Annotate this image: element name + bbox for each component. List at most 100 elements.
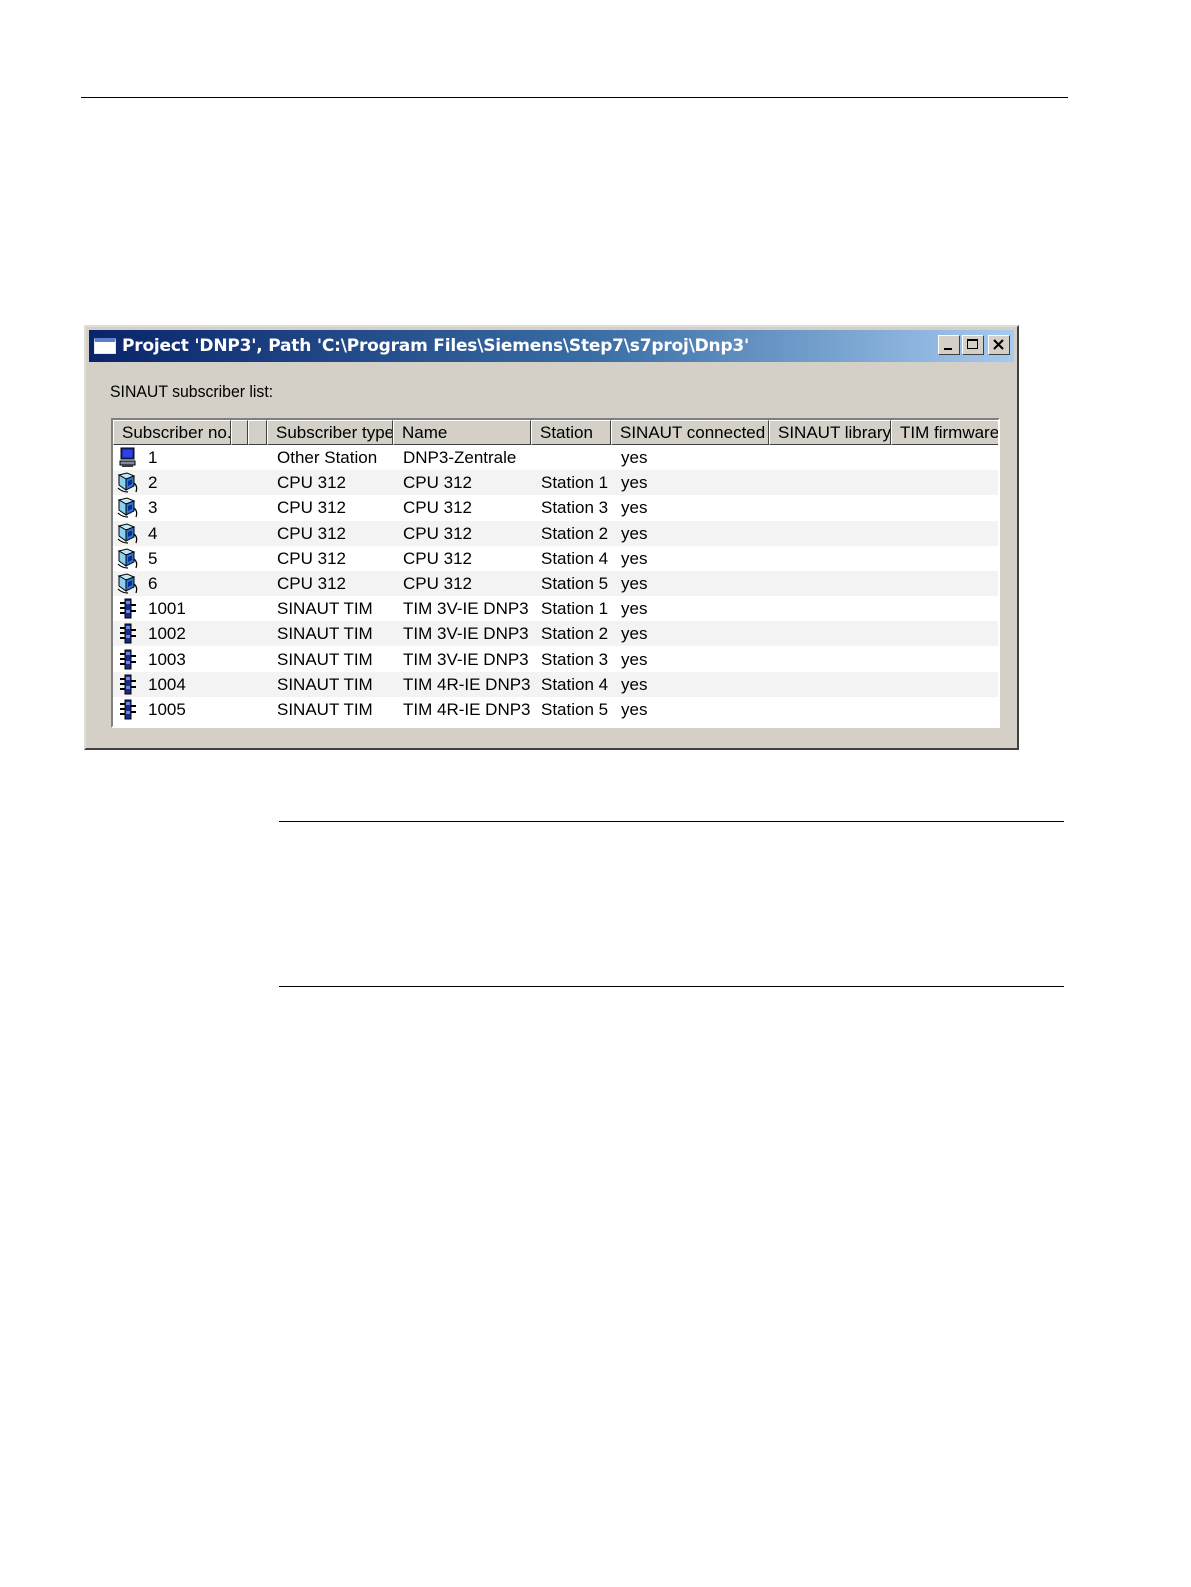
sinaut-connected-cell: yes [621, 448, 648, 467]
subscriber-no-cell: 1002 [148, 624, 186, 644]
station-cell: Station 1 [541, 473, 609, 493]
col-subscriber-no-header[interactable]: Subscriber no. [113, 420, 231, 445]
sinaut-connected-cell: yes [621, 599, 648, 619]
minimize-button[interactable] [938, 335, 960, 355]
sinaut-connected-cell: yes [621, 574, 648, 593]
station-cell: Station 1 [541, 599, 609, 619]
table-row[interactable]: 6 CPU 312 CPU 312 Station 5 yes [113, 571, 998, 596]
table-row[interactable]: 1003 SINAUT TIM TIM 3V-IE DNP3 Station 3 yes [113, 647, 998, 672]
tim-module-icon [116, 673, 140, 696]
station-cell: Station 2 [541, 624, 609, 644]
subscriber-no-cell: 3 [148, 498, 158, 518]
table-row[interactable]: 1 Other Station DNP3-Zentrale yes [113, 445, 998, 470]
note-bottom-rule [279, 986, 1064, 987]
table-row[interactable]: 1002 SINAUT TIM TIM 3V-IE DNP3 Station 2 yes [113, 621, 998, 647]
table-row[interactable]: 2 CPU 312 CPU 312 Station 1 yes [113, 470, 998, 496]
subscriber-type-cell: CPU 312 [277, 548, 346, 568]
subscriber-no-cell: 1003 [148, 649, 186, 669]
sinaut-connected-cell: yes [621, 649, 648, 669]
name-cell: CPU 312 [403, 523, 472, 543]
subscriber-no-cell: 5 [148, 548, 158, 568]
subscriber-no-cell: 1001 [148, 599, 186, 619]
col-station-header[interactable]: Station [531, 420, 611, 445]
station-cell: Station 4 [541, 548, 609, 568]
sinaut-connected-cell: yes [621, 473, 648, 493]
subscriber-type-cell: CPU 312 [277, 473, 346, 493]
subscriber-type-cell: CPU 312 [277, 523, 346, 543]
tim-module-icon [116, 597, 140, 620]
station-cell: Station 5 [541, 700, 609, 719]
note-top-rule [279, 821, 1064, 822]
subscriber-type-cell: CPU 312 [277, 574, 346, 593]
subscriber-type-cell: SINAUT TIM [277, 674, 373, 694]
cpu-icon [116, 471, 140, 494]
name-cell: TIM 3V-IE DNP3 [403, 599, 529, 619]
col-name-header[interactable]: Name [393, 420, 531, 445]
table-row[interactable]: 5 CPU 312 CPU 312 Station 4 yes [113, 546, 998, 571]
sinaut-connected-cell: yes [621, 624, 648, 644]
subscriber-no-cell: 6 [148, 574, 158, 593]
subscriber-no-cell: 1004 [148, 674, 186, 694]
caption-buttons [936, 335, 1010, 355]
maximize-button[interactable] [962, 335, 984, 355]
list-header: Subscriber no. Subscriber type Name Station… [113, 420, 998, 445]
subscriber-type-cell: CPU 312 [277, 498, 346, 518]
window-title: Project 'DNP3', Path 'C:\Program Files\S… [122, 336, 750, 356]
tim-module-icon [116, 622, 140, 645]
table-row[interactable]: 3 CPU 312 CPU 312 Station 3 yes [113, 495, 998, 520]
col-blank-2-header[interactable] [248, 420, 267, 445]
subscriber-type-cell: SINAUT TIM [277, 599, 373, 619]
subscriber-list-window: Project 'DNP3', Path 'C:\Program Files\S… [84, 325, 1019, 750]
title-bar[interactable]: Project 'DNP3', Path 'C:\Program Files\S… [89, 330, 1014, 362]
col-sinaut-library-header[interactable]: SINAUT library [769, 420, 891, 445]
subscriber-type-cell: SINAUT TIM [277, 624, 373, 644]
maximize-icon [967, 339, 978, 349]
table-row[interactable]: 1005 SINAUT TIM TIM 4R-IE DNP3 Station 5 yes [113, 697, 998, 722]
tim-module-icon [116, 698, 140, 721]
name-cell: CPU 312 [403, 548, 472, 568]
name-cell: CPU 312 [403, 498, 472, 518]
name-cell: TIM 4R-IE DNP3 [403, 700, 531, 719]
tim-module-icon [116, 648, 140, 671]
table-row[interactable]: 4 CPU 312 CPU 312 Station 2 yes [113, 520, 998, 546]
sinaut-connected-cell: yes [621, 523, 648, 543]
list-label: SINAUT subscriber list: [110, 382, 274, 401]
subscriber-list[interactable]: Subscriber no. Subscriber type Name Station… [111, 418, 1000, 728]
sinaut-connected-cell: yes [621, 700, 648, 719]
name-cell: TIM 3V-IE DNP3 [403, 649, 529, 669]
page-top-rule [81, 97, 1068, 98]
station-cell: Station 2 [541, 523, 609, 543]
name-cell: TIM 4R-IE DNP3 [403, 674, 531, 694]
subscriber-type-cell: SINAUT TIM [277, 700, 373, 719]
subscriber-no-cell: 1 [148, 448, 158, 467]
station-cell: Station 3 [541, 498, 609, 518]
name-cell: TIM 3V-IE DNP3 [403, 624, 529, 644]
name-cell: CPU 312 [403, 574, 472, 593]
close-button[interactable] [988, 335, 1010, 355]
table-row[interactable]: 1004 SINAUT TIM TIM 4R-IE DNP3 Station 4 yes [113, 671, 998, 697]
subscriber-no-cell: 2 [148, 473, 158, 493]
col-sinaut-connected-header[interactable]: SINAUT connected [611, 420, 769, 445]
minimize-icon [944, 348, 952, 350]
cpu-icon [116, 572, 140, 595]
cpu-icon [116, 496, 140, 519]
name-cell: DNP3-Zentrale [403, 448, 517, 467]
computer-icon [116, 446, 140, 469]
station-cell: Station 4 [541, 674, 609, 694]
sinaut-connected-cell: yes [621, 498, 648, 518]
window-icon [94, 338, 116, 354]
cpu-icon [116, 547, 140, 570]
col-tim-firmware-header[interactable]: TIM firmware [891, 420, 998, 445]
close-icon [993, 339, 1004, 350]
subscriber-no-cell: 1005 [148, 700, 186, 719]
cpu-icon [116, 522, 140, 545]
col-subscriber-type-header[interactable]: Subscriber type [267, 420, 393, 445]
table-row[interactable]: 1001 SINAUT TIM TIM 3V-IE DNP3 Station 1 yes [113, 596, 998, 621]
name-cell: CPU 312 [403, 473, 472, 493]
station-cell: Station 5 [541, 574, 609, 593]
sinaut-connected-cell: yes [621, 548, 648, 568]
col-blank-1-header[interactable] [231, 420, 248, 445]
subscriber-no-cell: 4 [148, 523, 158, 543]
sinaut-connected-cell: yes [621, 674, 648, 694]
subscriber-type-cell: Other Station [277, 448, 378, 467]
